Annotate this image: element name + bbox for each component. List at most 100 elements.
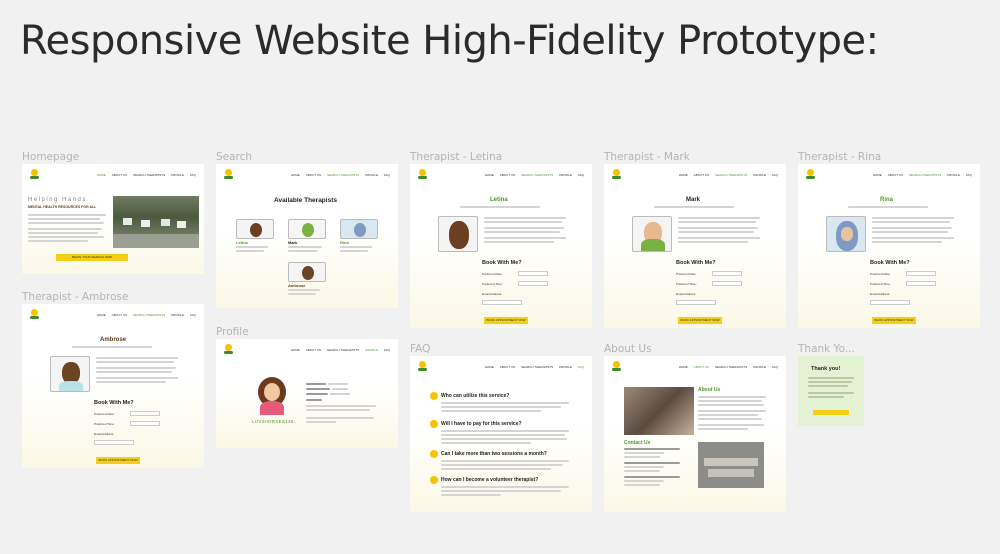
date-field[interactable] <box>130 411 160 416</box>
nav-about[interactable]: ABOUT US <box>888 173 903 177</box>
nav-links[interactable]: HOME ABOUT US SEARCH THERAPISTS PROFILE FAQ <box>679 365 778 369</box>
site-nav: HOME ABOUT US SEARCH THERAPISTS PROFILE … <box>22 164 204 188</box>
nav-profile[interactable]: PROFILE <box>947 173 960 177</box>
nav-home[interactable]: HOME <box>873 173 882 177</box>
faq-question[interactable]: Who can utilize this service? <box>441 393 509 399</box>
nav-search[interactable]: SEARCH THERAPISTS <box>715 365 747 369</box>
nav-links[interactable]: HOME ABOUT US SEARCH THERAPISTS PROFILE FAQ <box>291 348 390 352</box>
nav-profile[interactable]: PROFILE <box>171 173 184 177</box>
time-label: Preferred Time: <box>870 282 891 286</box>
email-field[interactable] <box>870 300 910 305</box>
book-appointment-button[interactable]: BOOK APPOINTMENT NOW <box>872 317 916 324</box>
nav-profile[interactable]: PROFILE <box>559 365 572 369</box>
faq-question[interactable]: Can I take more than two sessions a mont… <box>441 451 547 457</box>
nav-search[interactable]: SEARCH THERAPISTS <box>327 348 359 352</box>
nav-home[interactable]: HOME <box>485 173 494 177</box>
time-field[interactable] <box>906 281 936 286</box>
nav-home[interactable]: HOME <box>485 365 494 369</box>
therapist-name: Ambrose <box>100 337 127 343</box>
nav-about[interactable]: ABOUT US <box>112 313 127 317</box>
date-field[interactable] <box>906 271 936 276</box>
nav-search[interactable]: SEARCH THERAPISTS <box>133 313 165 317</box>
frame-thank-you[interactable]: Thank you! <box>798 356 864 426</box>
book-appointment-button[interactable]: BOOK APPOINTMENT NOW <box>96 457 140 464</box>
return-button[interactable] <box>813 410 849 415</box>
nav-profile[interactable]: PROFILE <box>365 348 378 352</box>
nav-about[interactable]: ABOUT US <box>306 173 321 177</box>
therapist-name-mark[interactable]: Mark <box>288 240 297 245</box>
nav-links[interactable]: HOME ABOUT US SEARCH THERAPISTS PROFILE FAQ <box>97 313 196 317</box>
nav-profile[interactable]: PROFILE <box>365 173 378 177</box>
frame-therapist-letina[interactable]: HOME ABOUT US SEARCH THERAPISTS PROFILE FAQ … <box>410 164 592 328</box>
date-field[interactable] <box>518 271 548 276</box>
nav-search[interactable]: SEARCH THERAPISTS <box>715 173 747 177</box>
frame-therapist-mark[interactable]: HOME ABOUT US SEARCH THERAPISTS PROFILE FAQ … <box>604 164 786 328</box>
nav-about[interactable]: ABOUT US <box>306 348 321 352</box>
nav-about[interactable]: ABOUT US <box>694 365 709 369</box>
nav-faq[interactable]: FAQ <box>384 348 390 352</box>
nav-search[interactable]: SEARCH THERAPISTS <box>909 173 941 177</box>
book-appointment-button[interactable]: BOOK APPOINTMENT NOW <box>678 317 722 324</box>
nav-links[interactable]: HOME ABOUT US SEARCH THERAPISTS PROFILE FAQ <box>679 173 778 177</box>
nav-search[interactable]: SEARCH THERAPISTS <box>133 173 165 177</box>
nav-faq[interactable]: FAQ <box>772 173 778 177</box>
frame-homepage[interactable]: HOME ABOUT US SEARCH THERAPISTS PROFILE … <box>22 164 204 274</box>
nav-profile[interactable]: PROFILE <box>753 173 766 177</box>
email-field[interactable] <box>94 440 134 445</box>
therapist-card-mark[interactable] <box>288 219 326 239</box>
time-field[interactable] <box>712 281 742 286</box>
frame-profile[interactable]: HOME ABOUT US SEARCH THERAPISTS PROFILE FAQ … <box>216 339 398 448</box>
therapist-card-ambrose[interactable] <box>288 262 326 282</box>
faq-question[interactable]: How can I become a volunteer therapist? <box>441 477 538 483</box>
nav-links[interactable]: HOME ABOUT US SEARCH THERAPISTS PROFILE FAQ <box>873 173 972 177</box>
nav-search[interactable]: SEARCH THERAPISTS <box>327 173 359 177</box>
nav-profile[interactable]: PROFILE <box>171 313 184 317</box>
nav-faq[interactable]: FAQ <box>190 173 196 177</box>
time-field[interactable] <box>130 421 160 426</box>
nav-home[interactable]: HOME <box>291 348 300 352</box>
nav-links[interactable]: HOME ABOUT US SEARCH THERAPISTS PROFILE … <box>97 173 196 177</box>
nav-search[interactable]: SEARCH THERAPISTS <box>521 365 553 369</box>
time-field[interactable] <box>518 281 548 286</box>
frame-therapist-rina[interactable]: HOME ABOUT US SEARCH THERAPISTS PROFILE FAQ … <box>798 164 980 328</box>
nav-faq[interactable]: FAQ <box>190 313 196 317</box>
nav-about[interactable]: ABOUT US <box>500 365 515 369</box>
therapist-photo <box>632 216 672 252</box>
nav-links[interactable]: HOME ABOUT US SEARCH THERAPISTS PROFILE FAQ <box>485 173 584 177</box>
frame-search[interactable]: HOME ABOUT US SEARCH THERAPISTS PROFILE FAQ … <box>216 164 398 308</box>
therapist-name-rina[interactable]: Rina <box>340 240 349 245</box>
nav-links[interactable]: HOME ABOUT US SEARCH THERAPISTS PROFILE FAQ <box>485 365 584 369</box>
nav-search[interactable]: SEARCH THERAPISTS <box>521 173 553 177</box>
begin-search-button[interactable]: BEGIN YOUR SEARCH NOW <box>56 254 128 261</box>
frame-therapist-ambrose[interactable]: HOME ABOUT US SEARCH THERAPISTS PROFILE FAQ … <box>22 304 204 468</box>
therapist-name-letina[interactable]: Letina <box>236 240 248 245</box>
nav-about[interactable]: ABOUT US <box>694 173 709 177</box>
frame-about[interactable]: HOME ABOUT US SEARCH THERAPISTS PROFILE FAQ … <box>604 356 786 512</box>
date-field[interactable] <box>712 271 742 276</box>
nav-profile[interactable]: PROFILE <box>559 173 572 177</box>
nav-faq[interactable]: FAQ <box>578 173 584 177</box>
therapist-card-rina[interactable] <box>340 219 378 239</box>
email-field[interactable] <box>482 300 522 305</box>
nav-links[interactable]: HOME ABOUT US SEARCH THERAPISTS PROFILE FAQ <box>291 173 390 177</box>
nav-about[interactable]: ABOUT US <box>112 173 127 177</box>
therapist-card-letina[interactable] <box>236 219 274 239</box>
nav-home[interactable]: HOME <box>679 365 688 369</box>
therapist-name: Mark <box>686 197 701 203</box>
nav-about[interactable]: ABOUT US <box>500 173 515 177</box>
book-appointment-button[interactable]: BOOK APPOINTMENT NOW <box>484 317 528 324</box>
nav-faq[interactable]: FAQ <box>966 173 972 177</box>
nav-home[interactable]: HOME <box>97 173 106 177</box>
nav-home[interactable]: HOME <box>679 173 688 177</box>
nav-faq[interactable]: FAQ <box>384 173 390 177</box>
nav-profile[interactable]: PROFILE <box>753 365 766 369</box>
nav-faq[interactable]: FAQ <box>578 365 584 369</box>
nav-faq[interactable]: FAQ <box>772 365 778 369</box>
email-field[interactable] <box>676 300 716 305</box>
nav-home[interactable]: HOME <box>97 313 106 317</box>
faq-question[interactable]: Will I have to pay for this service? <box>441 421 522 427</box>
frame-faq[interactable]: HOME ABOUT US SEARCH THERAPISTS PROFILE FAQ … <box>410 356 592 512</box>
therapist-name-ambrose[interactable]: Ambrose <box>288 283 305 288</box>
nav-home[interactable]: HOME <box>291 173 300 177</box>
hero-title: Helping Hands <box>28 197 87 203</box>
